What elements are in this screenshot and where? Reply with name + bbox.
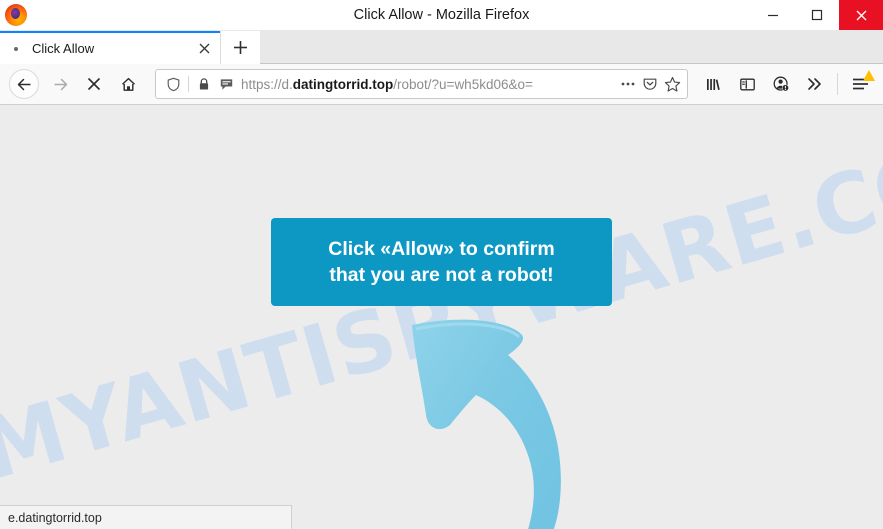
hamburger-menu-icon[interactable] (843, 67, 877, 101)
home-icon[interactable] (111, 67, 145, 101)
forward-arrow-icon (43, 67, 77, 101)
site-watermark: MYANTISPYWARE.COM (0, 106, 883, 499)
tab-label: Click Allow (32, 41, 95, 56)
ellipsis-icon[interactable] (617, 73, 639, 95)
tracking-protection-shield-icon[interactable] (162, 73, 184, 95)
new-tab-button[interactable] (220, 31, 260, 64)
library-icon[interactable] (696, 67, 730, 101)
firefox-account-icon[interactable] (764, 67, 798, 101)
banner-text: Click «Allow» to confirm that you are no… (328, 237, 555, 286)
padlock-secure-icon[interactable] (193, 73, 215, 95)
toolbar-right-group (696, 67, 877, 101)
tab-strip: Click Allow (0, 30, 883, 64)
close-tab-button[interactable] (194, 39, 214, 59)
address-bar-divider (188, 76, 189, 92)
page-viewport: MYANTISPYWARE.COM Click «Allow» to confi… (0, 105, 883, 529)
stop-x-icon[interactable] (77, 67, 111, 101)
window-title-bar: Click Allow - Mozilla Firefox (0, 0, 883, 30)
pocket-icon[interactable] (639, 73, 661, 95)
back-arrow-icon[interactable] (9, 69, 39, 99)
curved-arrow-up-left-icon (400, 303, 610, 529)
double-chevron-icon[interactable] (798, 67, 832, 101)
star-bookmark-icon[interactable] (661, 73, 683, 95)
firefox-logo-icon (5, 4, 27, 26)
toolbar-divider (837, 73, 838, 95)
status-bar-text: e.datingtorrid.top (8, 510, 102, 525)
notification-permission-icon[interactable] (215, 73, 237, 95)
update-warning-badge-icon (863, 70, 875, 81)
allow-notification-banner[interactable]: Click «Allow» to confirm that you are no… (271, 218, 612, 306)
status-bar: e.datingtorrid.top (0, 505, 292, 529)
sidebar-icon[interactable] (730, 67, 764, 101)
url-text: https://d.datingtorrid.top/robot/?u=wh5k… (241, 76, 533, 92)
window-controls (751, 0, 883, 30)
address-bar[interactable]: https://d.datingtorrid.top/robot/?u=wh5k… (155, 69, 688, 99)
minimize-button[interactable] (751, 0, 795, 30)
tab-click-allow[interactable]: Click Allow (0, 31, 220, 64)
navigation-toolbar: https://d.datingtorrid.top/robot/?u=wh5k… (0, 64, 883, 105)
generic-page-icon (10, 43, 22, 55)
close-window-button[interactable] (839, 0, 883, 30)
firefox-browser-window: Click Allow - Mozilla Firefox Click Allo… (0, 0, 883, 529)
maximize-button[interactable] (795, 0, 839, 30)
